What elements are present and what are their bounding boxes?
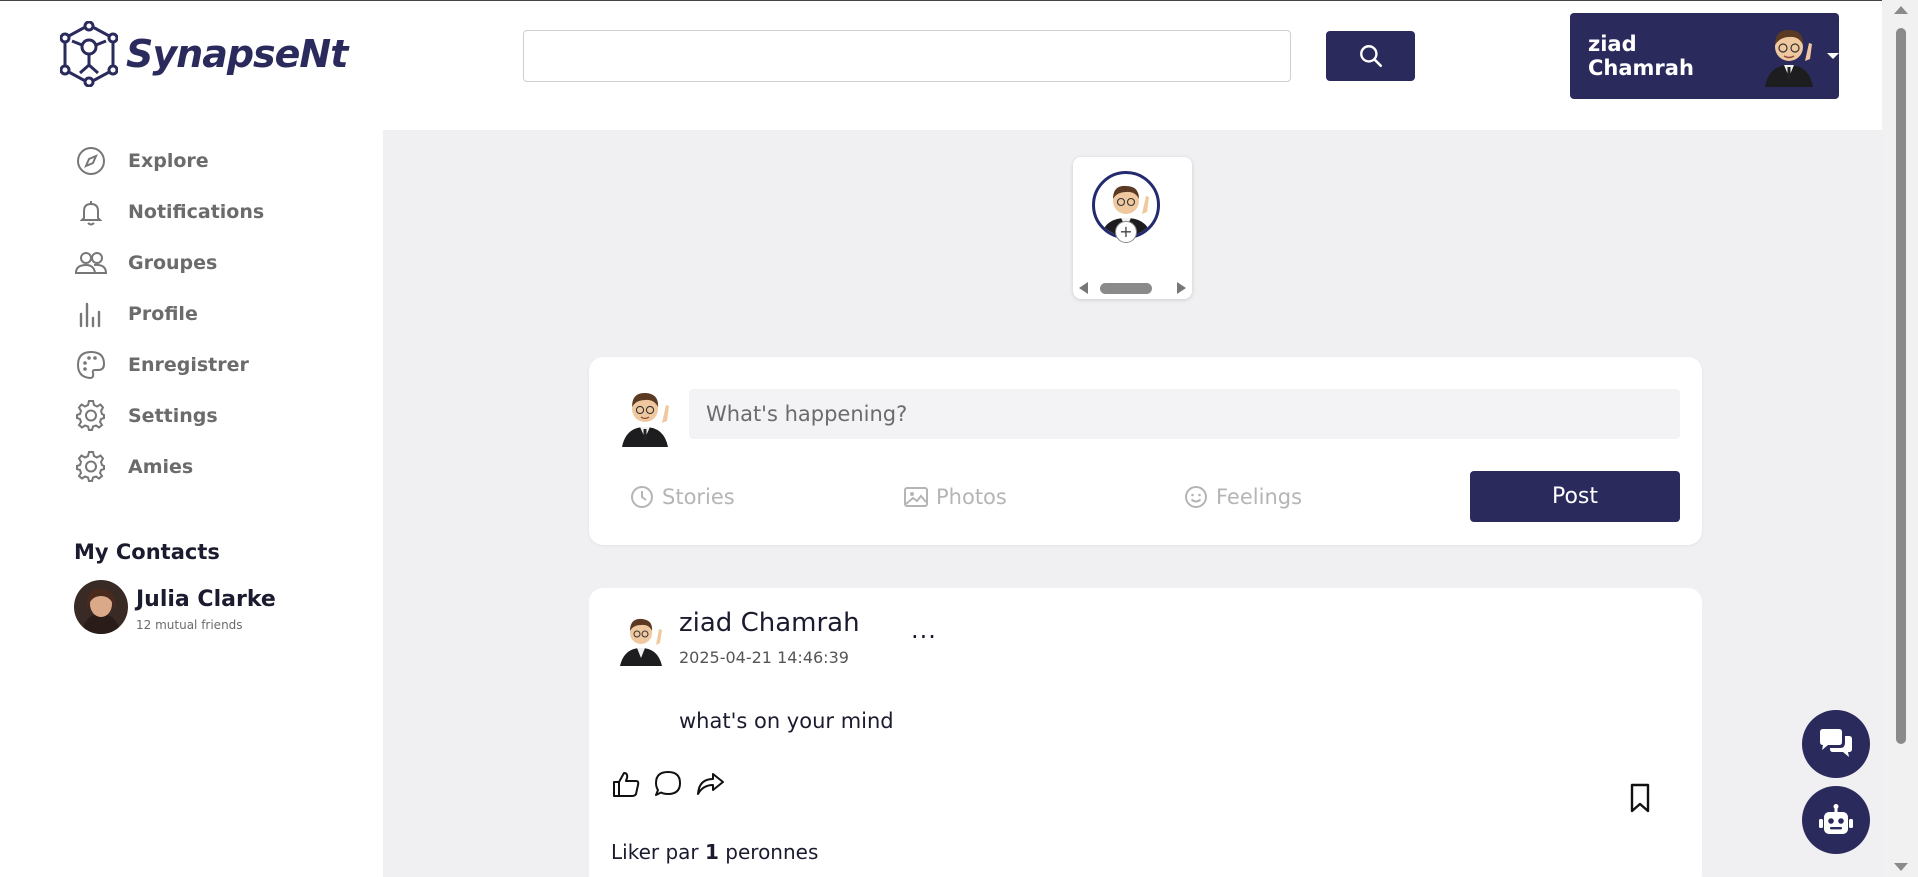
scroll-down-arrow[interactable] [1894, 863, 1908, 871]
sidebar-item-enregistrer[interactable]: Enregistrer [74, 348, 249, 382]
avatar [616, 612, 666, 670]
compass-icon [74, 144, 108, 178]
clock-icon [631, 486, 653, 508]
like-icon[interactable] [610, 768, 642, 800]
post-button[interactable]: Post [1470, 471, 1680, 522]
stories-action-button[interactable]: Stories [630, 485, 735, 509]
search-button[interactable] [1326, 31, 1415, 81]
photos-label: Photos [936, 485, 1007, 509]
bar-chart-icon [74, 297, 108, 331]
comment-icon[interactable] [652, 768, 684, 800]
image-icon [904, 487, 928, 507]
chat-icon [1820, 729, 1852, 757]
avatar [74, 580, 128, 638]
contact-item[interactable]: Julia Clarke 12 mutual friends [74, 580, 276, 638]
page-scrollbar[interactable] [1882, 0, 1918, 877]
gear-icon [74, 450, 108, 484]
robot-icon [1819, 804, 1853, 834]
post-options-button[interactable]: ... [911, 616, 937, 644]
sidebar-item-notifications[interactable]: Notifications [74, 195, 264, 229]
logo-icon [60, 21, 118, 87]
scrollbar-thumb[interactable] [1896, 28, 1906, 744]
likes-count: 1 [705, 840, 719, 864]
bookmark-icon[interactable] [1628, 783, 1652, 817]
gear-icon [74, 399, 108, 433]
stories-prev-arrow[interactable] [1079, 282, 1088, 294]
logo[interactable]: SynapseNt [60, 21, 348, 87]
sidebar-item-groupes[interactable]: Groupes [74, 246, 217, 280]
sidebar-item-label: Profile [128, 303, 198, 325]
feed-area: + Stories Photos [383, 130, 1882, 877]
stories-next-arrow[interactable] [1177, 282, 1186, 294]
likes-suffix: peronnes [725, 840, 819, 864]
bot-button[interactable] [1802, 786, 1870, 854]
feelings-label: Feelings [1216, 485, 1303, 509]
sidebar-item-settings[interactable]: Settings [74, 399, 218, 433]
sidebar-item-label: Groupes [128, 252, 218, 274]
stories-carousel: + [1073, 157, 1192, 299]
scroll-up-arrow[interactable] [1894, 6, 1908, 14]
chat-button[interactable] [1802, 710, 1870, 778]
plus-icon[interactable]: + [1115, 221, 1137, 243]
photos-action-button[interactable]: Photos [904, 485, 1007, 509]
stories-label: Stories [662, 485, 735, 509]
avatar [1761, 21, 1817, 91]
sidebar: Explore Notifications Groupes Profile En… [0, 130, 383, 877]
sidebar-item-amies[interactable]: Amies [74, 450, 193, 484]
bell-icon [74, 195, 108, 229]
chevron-down-icon [1827, 53, 1839, 59]
likes-prefix: Liker par [611, 840, 699, 864]
sidebar-item-label: Enregistrer [128, 354, 249, 376]
post-content: what's on your mind [679, 709, 894, 733]
user-name: ziad Chamrah [1588, 32, 1694, 80]
sidebar-item-label: Notifications [128, 201, 265, 223]
sidebar-item-label: Explore [128, 150, 209, 172]
whats-happening-input[interactable] [689, 389, 1680, 439]
post-timestamp: 2025-04-21 14:46:39 [679, 648, 849, 667]
sidebar-item-label: Amies [128, 456, 194, 478]
palette-icon [74, 348, 108, 382]
avatar [616, 385, 674, 451]
likes-summary: Liker par 1 peronnes [611, 840, 818, 864]
feelings-action-button[interactable]: Feelings [1184, 485, 1302, 509]
sidebar-item-explore[interactable]: Explore [74, 144, 209, 178]
post-actions [610, 768, 726, 800]
contacts-title: My Contacts [74, 540, 220, 564]
top-header: SynapseNt ziad Chamrah [0, 0, 1882, 130]
sidebar-item-label: Settings [128, 405, 218, 427]
users-icon [74, 246, 108, 280]
stories-scroll-thumb[interactable] [1100, 283, 1152, 294]
smile-icon [1185, 486, 1207, 508]
search-icon [1359, 45, 1382, 68]
post-author[interactable]: ziad Chamrah [679, 608, 860, 638]
search-input[interactable] [523, 30, 1291, 82]
sidebar-item-profile[interactable]: Profile [74, 297, 198, 331]
logo-text: SynapseNt [126, 32, 348, 76]
post-composer: Stories Photos Feelings Post [589, 357, 1702, 545]
share-icon[interactable] [694, 768, 726, 800]
contact-name: Julia Clarke [136, 586, 276, 612]
post-card: ziad Chamrah 2025-04-21 14:46:39 ... wha… [589, 588, 1702, 877]
user-menu-button[interactable]: ziad Chamrah [1570, 13, 1839, 99]
contact-mutual-friends: 12 mutual friends [136, 617, 243, 632]
